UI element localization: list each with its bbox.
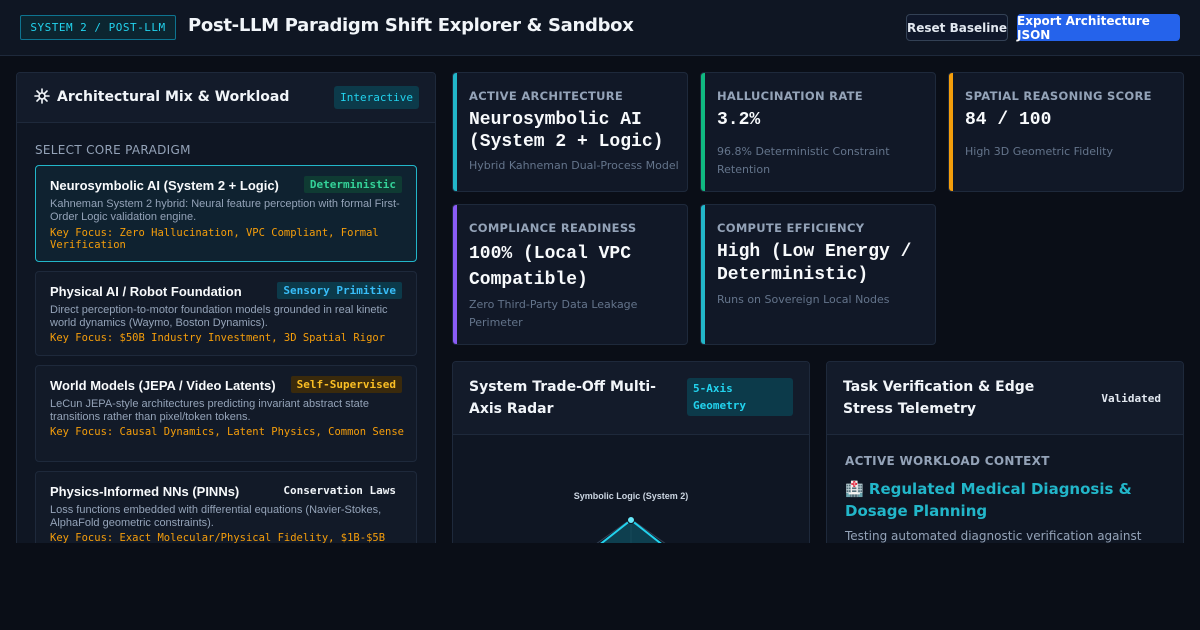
telemetry-title: Task Verification & Edge Stress Telemetr… — [843, 379, 1035, 417]
workload-context-label: ACTIVE WORKLOAD CONTEXT — [845, 454, 1050, 468]
panel-header: Architectural Mix & Workload Interactive — [17, 73, 435, 123]
accent-bar — [949, 73, 953, 191]
radar-title: System Trade-Off Multi-Axis Radar — [469, 379, 656, 417]
paradigm-card-world-models[interactable]: World Models (JEPA / Video Latents) Self… — [35, 365, 417, 462]
metric-subtext: Hybrid Kahneman Dual-Process Model — [469, 159, 679, 172]
metric-subtext: Runs on Sovereign Local Nodes — [717, 293, 890, 306]
paradigm-name: Physical AI / Robot Foundation — [50, 284, 242, 299]
paradigm-card-physical-ai[interactable]: Physical AI / Robot Foundation Sensory P… — [35, 271, 417, 356]
metric-value: 84 / 100 — [965, 110, 1052, 130]
paradigm-description: Loss functions embedded with differentia… — [50, 504, 382, 529]
metric-compliance-readiness: COMPLIANCE READINESS 100% (Local VPC Com… — [452, 204, 688, 345]
metric-value: 3.2% — [717, 110, 761, 130]
metric-value: High (Low Energy / Deterministic) — [717, 242, 912, 285]
paradigm-description: LeCun JEPA-style architectures predictin… — [50, 398, 369, 423]
paradigm-badge: Self-Supervised — [290, 376, 402, 393]
export-json-button[interactable]: Export Architecture JSON — [1017, 14, 1180, 42]
metric-label: COMPUTE EFFICIENCY — [717, 221, 865, 235]
paradigm-description: Direct perception-to-motor foundation mo… — [50, 304, 388, 329]
system-tag-badge: SYSTEM 2 / POST-LLM — [20, 15, 176, 40]
sparkle-icon — [34, 88, 50, 104]
panel-title: Architectural Mix & Workload — [57, 89, 290, 105]
paradigm-badge: Conservation Laws — [277, 482, 402, 499]
metric-label: COMPLIANCE READINESS — [469, 221, 637, 235]
paradigm-focus: Key Focus: $50B Industry Investment, 3D … — [50, 332, 386, 344]
paradigm-card-pinns[interactable]: Physics-Informed NNs (PINNs) Conservatio… — [35, 471, 417, 551]
metric-value: Neurosymbolic AI (System 2 + Logic) — [469, 110, 664, 152]
paradigm-badge: Deterministic — [303, 176, 402, 193]
page-footer-space — [0, 543, 1200, 630]
metric-spatial-reasoning: SPATIAL REASONING SCORE 84 / 100 High 3D… — [948, 72, 1184, 192]
radar-axis-label-top: Symbolic Logic (System 2) — [574, 491, 689, 501]
section-label: SELECT CORE PARADIGM — [35, 143, 191, 157]
metric-subtext: Zero Third-Party Data Leakage Perimeter — [469, 298, 638, 329]
paradigm-focus: Key Focus: Causal Dynamics, Latent Physi… — [50, 426, 405, 438]
radar-panel: System Trade-Off Multi-Axis Radar 5-Axis… — [452, 361, 810, 561]
interactive-badge: Interactive — [334, 86, 419, 109]
workload-text: Regulated Medical Diagnosis & Dosage Pla… — [845, 480, 1132, 520]
telemetry-header: Task Verification & Edge Stress Telemetr… — [827, 362, 1183, 435]
validated-badge: Validated — [1095, 388, 1167, 408]
paradigm-description: Kahneman System 2 hybrid: Neural feature… — [50, 198, 400, 223]
metric-value: 100% (Local VPC Compatible) — [469, 244, 632, 290]
metric-label: HALLUCINATION RATE — [717, 89, 863, 103]
metric-subtext: High 3D Geometric Fidelity — [965, 145, 1113, 158]
paradigm-card-neurosymbolic[interactable]: Neurosymbolic AI (System 2 + Logic) Dete… — [35, 165, 417, 262]
workload-title: 🏥 Regulated Medical Diagnosis & Dosage P… — [845, 478, 1165, 522]
metric-compute-efficiency: COMPUTE EFFICIENCY High (Low Energy / De… — [700, 204, 936, 345]
paradigm-focus: Key Focus: Zero Hallucination, VPC Compl… — [50, 227, 379, 251]
reset-baseline-button[interactable]: Reset Baseline — [906, 14, 1008, 41]
radar-point — [627, 516, 635, 524]
app-title: Post-LLM Paradigm Shift Explorer & Sandb… — [188, 15, 634, 36]
architectural-mix-panel: Architectural Mix & Workload Interactive… — [16, 72, 436, 552]
radar-axis-badge: 5-Axis Geometry — [687, 378, 793, 416]
metric-hallucination-rate: HALLUCINATION RATE 3.2% 96.8% Determinis… — [700, 72, 936, 192]
metric-active-architecture: ACTIVE ARCHITECTURE Neurosymbolic AI (Sy… — [452, 72, 688, 192]
telemetry-panel: Task Verification & Edge Stress Telemetr… — [826, 361, 1184, 561]
metric-label: ACTIVE ARCHITECTURE — [469, 89, 624, 103]
hospital-icon: 🏥 — [845, 480, 864, 498]
paradigm-name: Neurosymbolic AI (System 2 + Logic) — [50, 178, 279, 193]
radar-header: System Trade-Off Multi-Axis Radar 5-Axis… — [453, 362, 809, 435]
accent-bar — [453, 73, 457, 191]
accent-bar — [701, 73, 705, 191]
paradigm-name: Physics-Informed NNs (PINNs) — [50, 484, 240, 499]
top-header: SYSTEM 2 / POST-LLM Post-LLM Paradigm Sh… — [0, 0, 1200, 56]
accent-bar — [453, 205, 457, 344]
paradigm-badge: Sensory Primitive — [277, 282, 402, 299]
metric-label: SPATIAL REASONING SCORE — [965, 89, 1152, 103]
paradigm-name: World Models (JEPA / Video Latents) — [50, 378, 276, 393]
accent-bar — [701, 205, 705, 344]
metric-subtext: 96.8% Deterministic Constraint Retention — [717, 145, 890, 176]
